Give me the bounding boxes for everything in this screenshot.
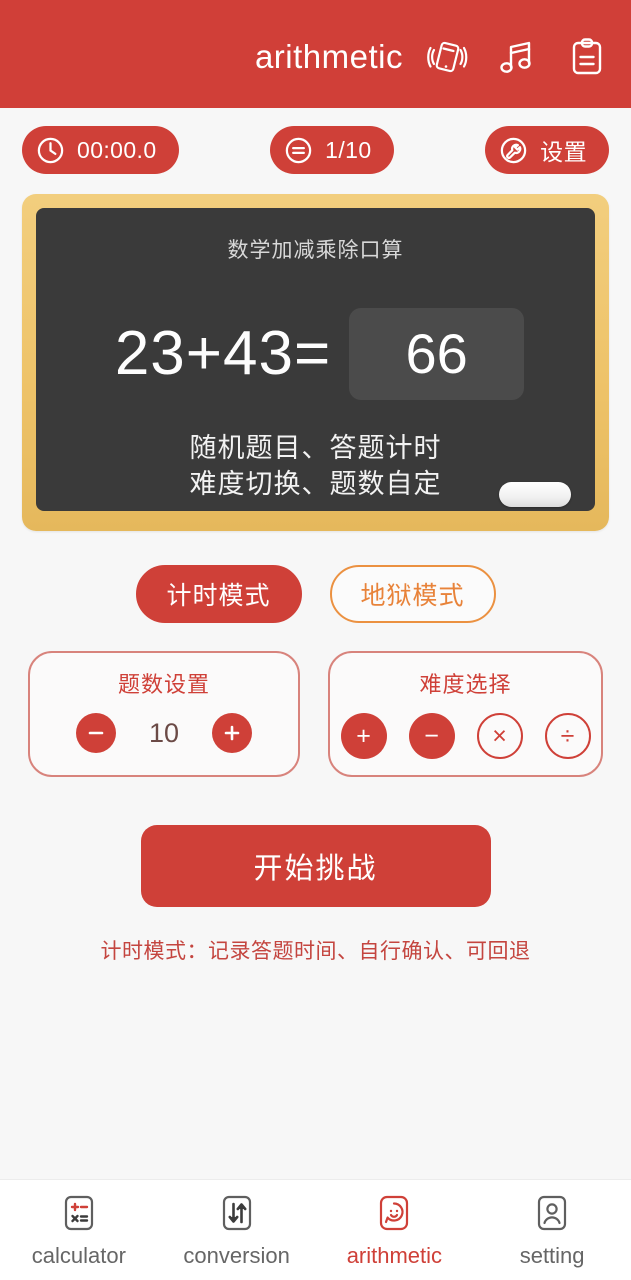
mode-hint-text: 计时模式：记录答题时间、自行确认、可回退: [100, 940, 531, 963]
nav-item-conversion[interactable]: conversion: [158, 1192, 316, 1269]
blackboard-frame: 数学加减乘除口算 23+43= 66 随机题目、答题计时 难度切换、题数自定: [22, 194, 609, 531]
person-icon: [531, 1192, 573, 1234]
app-root: arithmetic 00:00.0 1/10 设置 数学加减乘除口算 23+4…: [0, 0, 631, 1280]
equals-circle-icon: [283, 135, 314, 166]
vibration-icon[interactable]: [425, 35, 469, 79]
equation-text: 23+43=: [114, 319, 332, 388]
conversion-icon: [216, 1192, 258, 1234]
start-challenge-button[interactable]: 开始挑战: [140, 825, 491, 907]
difficulty-option-plus[interactable]: +: [340, 713, 387, 759]
difficulty-card: 难度选择 + − × ÷: [328, 651, 603, 777]
nav-label-conversion: conversion: [183, 1243, 290, 1268]
answer-input[interactable]: 66: [349, 308, 525, 400]
app-header: arithmetic: [0, 0, 631, 108]
settings-pill[interactable]: 设置: [485, 126, 609, 174]
nav-label-arithmetic: arithmetic: [346, 1243, 443, 1268]
wrench-icon: [498, 135, 529, 166]
mode-selector: 计时模式 地狱模式: [0, 565, 631, 623]
nav-label-calculator: calculator: [31, 1243, 126, 1268]
nav-label-setting: setting: [519, 1243, 585, 1268]
equation-row: 23+43= 66: [36, 308, 595, 400]
nav-item-setting[interactable]: setting: [473, 1192, 631, 1269]
difficulty-option-divide[interactable]: ÷: [544, 713, 591, 759]
music-icon[interactable]: [495, 35, 539, 79]
progress-value: 1/10: [325, 136, 372, 163]
header-icon-group: [425, 35, 609, 79]
increase-count-button[interactable]: [212, 713, 252, 753]
progress-pill[interactable]: 1/10: [270, 126, 394, 174]
settings-cards: 题数设置 10 难度选择 + − × ÷: [0, 651, 631, 777]
blackboard-title: 数学加减乘除口算: [227, 239, 404, 262]
settings-label: 设置: [540, 139, 587, 165]
eraser-icon: [499, 482, 571, 507]
difficulty-option-multiply[interactable]: ×: [476, 713, 523, 759]
question-count-title: 题数设置: [117, 672, 210, 697]
calculator-icon: [58, 1192, 100, 1234]
mode-button-timed[interactable]: 计时模式: [135, 565, 302, 623]
timer-value: 00:00.0: [77, 136, 157, 163]
question-count-card: 题数设置 10: [28, 651, 300, 777]
difficulty-options: + − × ÷: [340, 713, 591, 759]
question-count-stepper: 10: [76, 713, 252, 753]
description-line-1: 随机题目、答题计时: [189, 433, 442, 463]
nav-item-arithmetic[interactable]: arithmetic: [316, 1192, 474, 1269]
timer-pill[interactable]: 00:00.0: [22, 126, 179, 174]
question-count-value: 10: [148, 717, 180, 748]
clipboard-icon[interactable]: [565, 35, 609, 79]
mode-button-hell[interactable]: 地狱模式: [329, 565, 496, 623]
blackboard: 数学加减乘除口算 23+43= 66 随机题目、答题计时 难度切换、题数自定: [36, 208, 595, 511]
clock-icon: [35, 135, 66, 166]
decrease-count-button[interactable]: [76, 713, 116, 753]
difficulty-title: 难度选择: [419, 672, 512, 697]
difficulty-option-minus[interactable]: −: [408, 713, 455, 759]
bottom-navigation: calculator conversion arithmetic setting: [0, 1180, 631, 1280]
page-title: arithmetic: [254, 38, 403, 75]
arithmetic-icon: [373, 1192, 415, 1234]
nav-item-calculator[interactable]: calculator: [0, 1192, 158, 1269]
status-bar: 00:00.0 1/10 设置: [0, 108, 631, 186]
